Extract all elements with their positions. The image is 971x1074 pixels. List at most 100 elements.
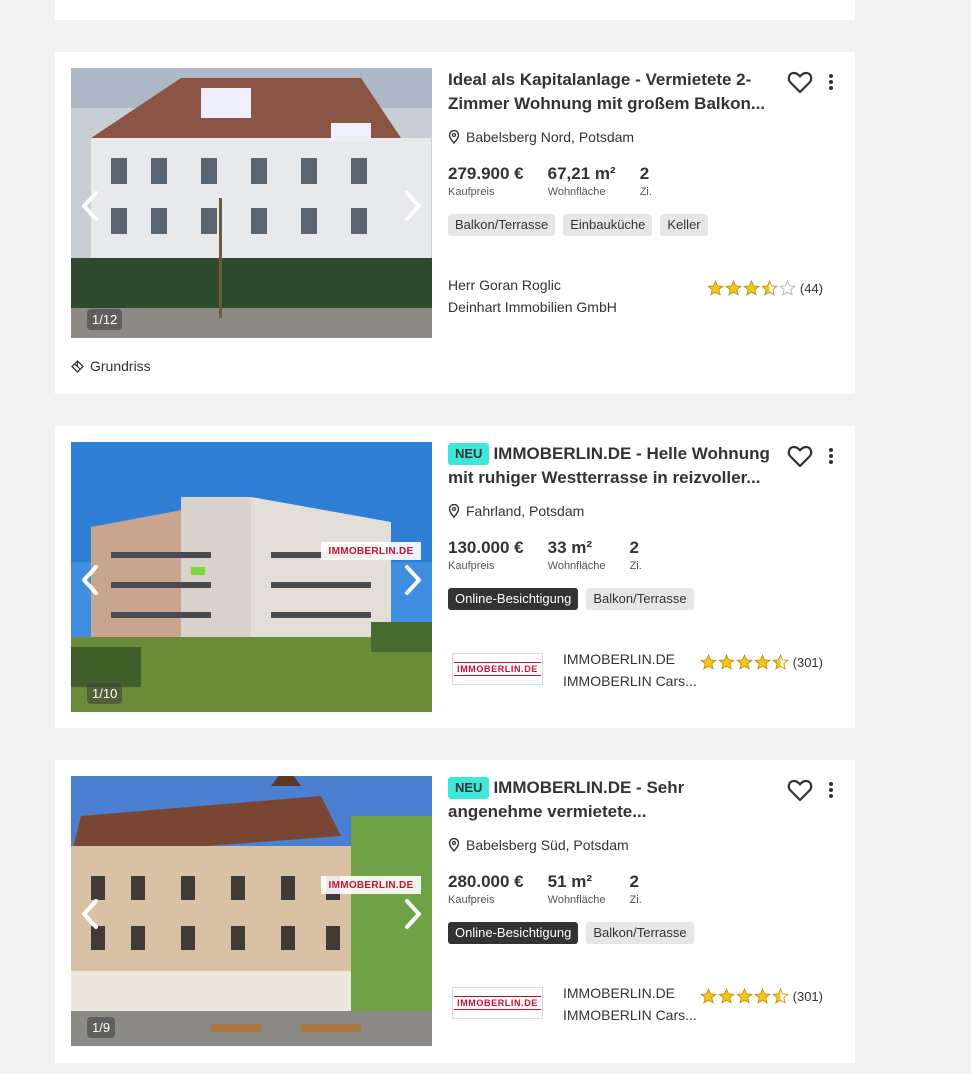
agent-logo-text: IMMOBERLIN.DE <box>454 662 541 676</box>
floorplan-icon <box>71 359 84 373</box>
listing-title[interactable]: NEU IMMOBERLIN.DE - Helle Wohnung mit ruh… <box>448 442 788 490</box>
building-photo <box>71 442 432 712</box>
star-icon <box>699 988 717 1004</box>
listing-photo[interactable]: IMMOBERLIN.DE 1/10 <box>71 442 432 712</box>
image-watermark: IMMOBERLIN.DE <box>321 542 421 560</box>
fact-price: 280.000 € Kaufpreis <box>448 872 524 908</box>
building-photo <box>71 776 432 1046</box>
next-image-button[interactable] <box>398 562 428 598</box>
agent-info[interactable]: Herr Goran Roglic Deinhart Immobilien Gm… <box>448 274 828 318</box>
listing-card-previous[interactable] <box>55 0 855 20</box>
agent-logo-text: IMMOBERLIN.DE <box>454 996 541 1010</box>
heart-icon <box>787 779 813 802</box>
key-facts: 130.000 € Kaufpreis 33 m² Wohnfläche 2 Zi. <box>448 538 843 574</box>
previous-image-button[interactable] <box>75 896 105 932</box>
feature-tags: Online-Besichtigung Balkon/Terrasse <box>448 922 843 944</box>
star-icon <box>717 988 735 1004</box>
next-image-button[interactable] <box>398 188 428 224</box>
previous-image-button[interactable] <box>75 562 105 598</box>
fact-rooms: 2 Zi. <box>640 164 652 200</box>
building-photo <box>71 68 432 338</box>
heart-icon <box>787 445 813 468</box>
floorplan-link[interactable]: Grundriss <box>71 358 151 374</box>
new-badge: NEU <box>448 443 490 465</box>
rooms-value: 2 <box>629 872 639 891</box>
star-icon <box>743 280 760 296</box>
rating-count: (301) <box>792 988 823 1004</box>
listing-photo[interactable]: 1/12 <box>71 68 432 338</box>
price-value: 279.900 € <box>448 164 524 183</box>
agent-logo: IMMOBERLIN.DE <box>452 987 543 1019</box>
rooms-value: 2 <box>639 164 650 183</box>
fact-area: 51 m² Wohnfläche <box>548 872 606 908</box>
star-icon <box>779 280 796 296</box>
more-options-button[interactable] <box>825 72 837 92</box>
listing-location: Babelsberg Süd, Potsdam <box>448 836 843 854</box>
listing-card[interactable]: IMMOBERLIN.DE 1/10 NEU IMMOBERLIN.DE - He… <box>55 426 855 728</box>
feature-tags: Online-Besichtigung Balkon/Terrasse <box>448 588 843 610</box>
listing-title-text: IMMOBERLIN.DE - Helle Wohnung mit ruhige… <box>448 444 770 487</box>
rooms-label: Zi. <box>639 186 652 198</box>
fact-price: 279.900 € Kaufpreis <box>448 164 524 200</box>
location-text: Babelsberg Nord, Potsdam <box>466 129 635 145</box>
favorite-button[interactable] <box>787 70 813 94</box>
star-icon <box>771 654 789 670</box>
fact-area: 33 m² Wohnfläche <box>548 538 606 574</box>
chevron-left-icon <box>82 191 98 221</box>
location-pin-icon <box>448 130 460 144</box>
listing-location: Fahrland, Potsdam <box>448 502 843 520</box>
listing-card[interactable]: IMMOBERLIN.DE 1/9 NEU IMMOBERLIN.DE - Seh… <box>55 760 855 1063</box>
chevron-left-icon <box>82 899 98 929</box>
star-icon <box>725 280 742 296</box>
star-icon <box>699 654 717 670</box>
area-value: 67,21 m² <box>547 164 616 183</box>
more-options-button[interactable] <box>825 446 837 466</box>
next-image-button[interactable] <box>398 896 428 932</box>
rating-count: (44) <box>799 280 823 296</box>
agent-rating: (301) <box>699 988 823 1004</box>
feature-tags: Balkon/Terrasse Einbauküche Keller <box>448 214 843 236</box>
star-icon <box>753 654 771 670</box>
feature-tag: Balkon/Terrasse <box>448 214 556 236</box>
location-pin-icon <box>448 504 460 518</box>
image-counter: 1/12 <box>87 309 123 330</box>
listing-photo[interactable]: IMMOBERLIN.DE 1/9 <box>71 776 432 1046</box>
chevron-right-icon <box>405 191 421 221</box>
key-facts: 280.000 € Kaufpreis 51 m² Wohnfläche 2 Zi. <box>448 872 843 908</box>
price-label: Kaufpreis <box>448 894 495 906</box>
chevron-right-icon <box>405 565 421 595</box>
favorite-button[interactable] <box>787 444 813 468</box>
previous-image-button[interactable] <box>75 188 105 224</box>
area-value: 33 m² <box>547 538 593 557</box>
star-icon <box>753 988 771 1004</box>
online-viewing-tag: Online-Besichtigung <box>448 922 579 944</box>
star-icon <box>735 654 753 670</box>
image-counter: 1/10 <box>87 683 123 704</box>
rooms-label: Zi. <box>629 560 642 572</box>
fact-rooms: 2 Zi. <box>630 538 642 574</box>
fact-rooms: 2 Zi. <box>630 872 642 908</box>
listing-title[interactable]: Ideal als Kapitalanlage - Vermietete 2-Z… <box>448 68 788 116</box>
star-icon <box>771 988 789 1004</box>
location-text: Fahrland, Potsdam <box>466 503 585 519</box>
price-label: Kaufpreis <box>448 186 495 198</box>
agent-rating: (301) <box>699 654 823 670</box>
image-counter: 1/9 <box>87 1017 116 1038</box>
more-options-button[interactable] <box>825 780 837 800</box>
feature-tag: Balkon/Terrasse <box>586 588 694 610</box>
agent-logo: IMMOBERLIN.DE <box>452 653 543 685</box>
favorite-button[interactable] <box>787 778 813 802</box>
heart-icon <box>787 71 813 94</box>
feature-tag: Balkon/Terrasse <box>586 922 694 944</box>
agent-rating: (44) <box>707 280 823 296</box>
star-icon <box>761 280 778 296</box>
location-pin-icon <box>448 838 460 852</box>
agent-company: IMMOBERLIN Cars... <box>563 673 697 689</box>
star-icon <box>735 988 753 1004</box>
agent-company: IMMOBERLIN Cars... <box>563 1007 697 1023</box>
price-value: 280.000 € <box>448 872 524 891</box>
area-value: 51 m² <box>547 872 593 891</box>
listing-card[interactable]: 1/12 Ideal als Kapitalanlage - Vermietet… <box>55 52 855 394</box>
listing-title[interactable]: NEU IMMOBERLIN.DE - Sehr angenehme vermie… <box>448 776 738 824</box>
agent-name: IMMOBERLIN.DE <box>563 985 676 1001</box>
